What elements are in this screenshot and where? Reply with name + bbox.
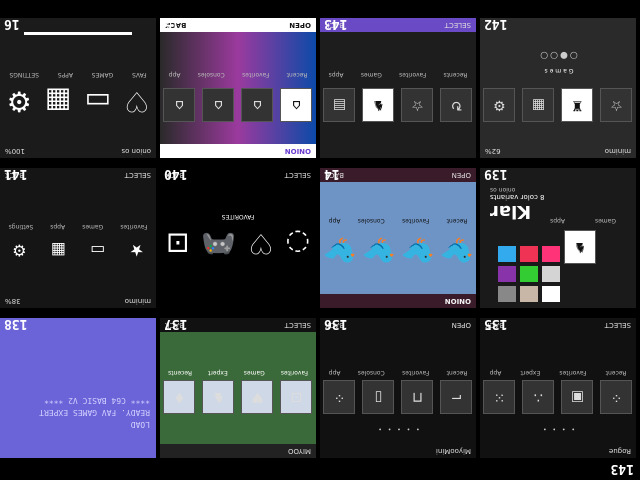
tile-recent[interactable]: ⁘ bbox=[600, 380, 633, 414]
tile-expert[interactable]: ∴ bbox=[522, 380, 555, 414]
tile-favorites[interactable]: ▣ bbox=[561, 380, 594, 414]
tile-recents[interactable]: ♦ bbox=[163, 380, 196, 414]
heart-icon[interactable]: ♡ bbox=[124, 85, 149, 118]
tile-favorites[interactable]: ⊡ bbox=[280, 380, 313, 414]
tile-consoles[interactable]: ▯ bbox=[362, 380, 395, 414]
icon-recent[interactable]: 🐦 bbox=[439, 235, 474, 268]
recents-icon[interactable]: ↻ bbox=[440, 88, 473, 122]
gamepad-icon[interactable]: ▭ bbox=[85, 85, 111, 118]
page-number: 143 bbox=[610, 461, 634, 476]
star-icon[interactable]: ☆ bbox=[401, 88, 434, 122]
apps-icon[interactable]: ⊡ bbox=[166, 227, 189, 260]
brand: Rogue bbox=[608, 447, 631, 455]
star-icon[interactable]: ★ bbox=[130, 241, 144, 260]
apps-icon[interactable]: ▦ bbox=[45, 85, 71, 118]
games-icon[interactable]: ♜ bbox=[561, 88, 594, 122]
tile-expert[interactable]: ♞ bbox=[202, 380, 235, 414]
apps-icon[interactable]: ▦ bbox=[522, 88, 555, 122]
theme-cell-139[interactable]: ♞ Games Apps Klar 8 color variants onion… bbox=[480, 168, 636, 308]
tile-app[interactable]: ⁙ bbox=[483, 380, 516, 414]
icon-consoles[interactable]: 🐦 bbox=[361, 235, 396, 268]
gear-icon[interactable]: ⚙ bbox=[7, 85, 32, 118]
gamepad-icon[interactable]: ▭ bbox=[90, 241, 105, 260]
tile-games[interactable]: ♥ bbox=[241, 380, 274, 414]
gamepad-icon[interactable]: 🎮 bbox=[202, 227, 237, 260]
theme-cell-140[interactable]: ◌ ♡ 🎮 ⊡ FAVORITES SELECT BACK 140 bbox=[160, 168, 316, 308]
theme-cell-14[interactable]: ONION 🐦 🐦 🐦 🐦 Recent Favorites Consoles … bbox=[320, 168, 476, 308]
theme-cell-136[interactable]: MiyooMini • • • • • ⌐ ⊓ ▯ ⁘ Recent Favor… bbox=[320, 318, 476, 458]
theme-cell-15[interactable]: ONION ⌂ ⌂ ⌂ ⌂ Recent Favorites Consoles … bbox=[160, 18, 316, 158]
games-icon[interactable]: ♞ bbox=[362, 88, 395, 122]
theme-cell-137[interactable]: MIYOO ⊡ ♥ ♞ ♦ Favorites Games Expert Rec… bbox=[160, 318, 316, 458]
tile-consoles[interactable]: ⌂ bbox=[202, 88, 235, 122]
gear-icon[interactable]: ⚙ bbox=[12, 241, 26, 260]
icon-app[interactable]: 🐦 bbox=[322, 235, 357, 268]
tile-recent[interactable]: ⌂ bbox=[280, 88, 313, 122]
recent-icon[interactable]: ◌ bbox=[286, 227, 310, 260]
theme-cell-16[interactable]: onion os 100% ♡ ▭ ▦ ⚙ FAVS GAMES APPS SET… bbox=[0, 18, 156, 158]
icon-favorites[interactable]: 🐦 bbox=[400, 235, 435, 268]
gear-icon[interactable]: ⚙ bbox=[483, 88, 516, 122]
tile-app[interactable]: ⁘ bbox=[323, 380, 356, 414]
tile-recent[interactable]: ⌐ bbox=[440, 380, 473, 414]
heart-icon[interactable]: ♡ bbox=[248, 227, 273, 260]
apps-icon[interactable]: ▤ bbox=[323, 88, 356, 122]
tile-favorites[interactable]: ⌂ bbox=[241, 88, 274, 122]
theme-cell-142[interactable]: minimo 62% ☆ ♜ ▦ ⚙ Games ○●○○ 142 bbox=[480, 18, 636, 158]
color-grid bbox=[490, 246, 560, 302]
header: Rogue bbox=[480, 444, 636, 458]
star-icon[interactable]: ☆ bbox=[600, 88, 633, 122]
theme-cell-138[interactable]: LOAD READY. FAV GAMES EXPERT **** C64 BA… bbox=[0, 318, 156, 458]
theme-cell-143[interactable]: ↻ ☆ ♞ ▤ Recents Favorites Games Apps SEL… bbox=[320, 18, 476, 158]
apps-icon[interactable]: ▦ bbox=[51, 241, 66, 260]
gallery: 143 Rogue • • • • ⁘ ▣ ∴ ⁙ Recent Favorit… bbox=[0, 0, 640, 480]
tile-games[interactable]: ♞ bbox=[564, 230, 596, 264]
theme-cell-141[interactable]: minimo 38% ★ ▭ ▦ ⚙ Favorites Games Apps S… bbox=[0, 168, 156, 308]
theme-cell-135[interactable]: Rogue • • • • ⁘ ▣ ∴ ⁙ Recent Favorites E… bbox=[480, 318, 636, 458]
tile-app[interactable]: ⌂ bbox=[163, 88, 196, 122]
tile-favorites[interactable]: ⊓ bbox=[401, 380, 434, 414]
